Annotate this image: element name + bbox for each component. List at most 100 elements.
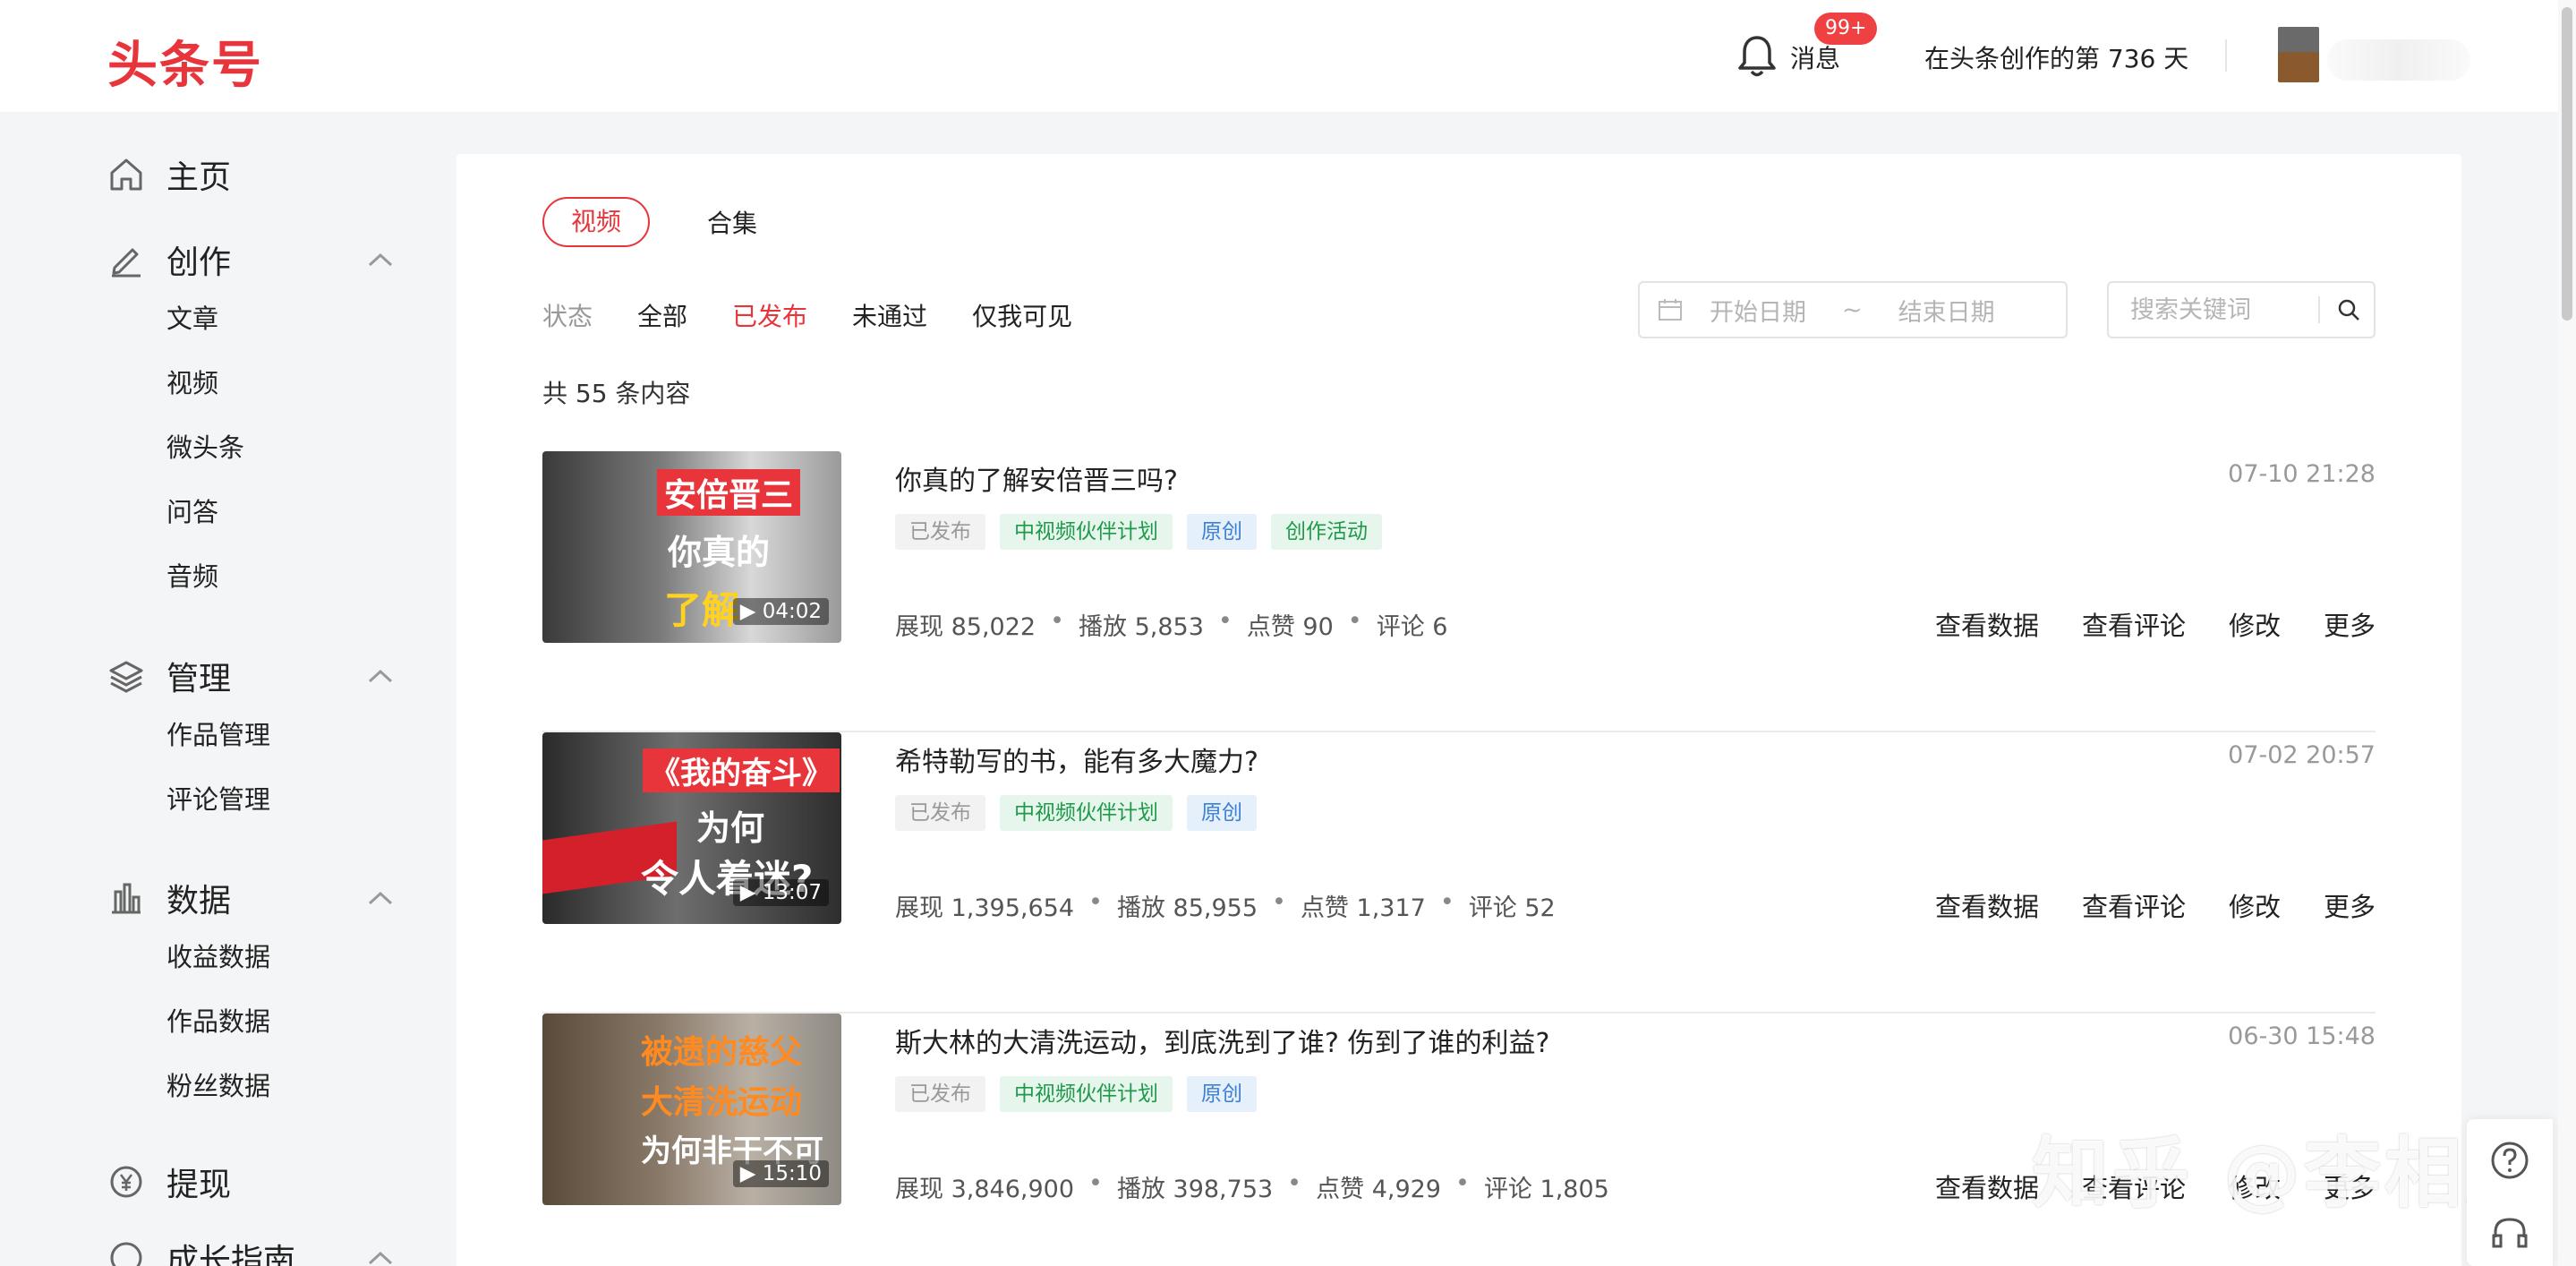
program-badge: 中视频伙伴计划 xyxy=(1000,514,1173,550)
username-placeholder[interactable] xyxy=(2327,39,2470,81)
video-title[interactable]: 希特勒写的书，能有多大魔力? xyxy=(895,740,1258,779)
tag-list: 已发布 中视频伙伴计划 原创 创作活动 xyxy=(895,514,1396,550)
chevron-up-icon[interactable] xyxy=(367,667,394,685)
search-input[interactable] xyxy=(2130,295,2318,324)
sidebar-create-label: 创作 xyxy=(166,244,232,281)
stat-likes: 点赞 4,929 xyxy=(1316,1176,1441,1203)
home-icon xyxy=(110,158,142,191)
sidebar-data[interactable]: 数据 xyxy=(107,871,394,925)
status-badge: 已发布 xyxy=(895,795,985,831)
top-bar: 头条号 99+ 消息 在头条创作的第 736 天 xyxy=(0,0,2576,112)
thumbnail-caption: 了解 xyxy=(664,588,740,632)
video-duration: ▶ 15:10 xyxy=(732,1160,829,1187)
sidebar-item-works[interactable]: 作品管理 xyxy=(107,703,394,767)
chevron-up-icon[interactable] xyxy=(367,889,394,907)
list-item: 安倍晋三 你真的 了解 ▶ 04:02 你真的了解安倍晋三吗? 07-10 21… xyxy=(542,451,2376,732)
edit-button[interactable]: 修改 xyxy=(2229,605,2281,643)
sidebar-home[interactable]: 主页 xyxy=(107,148,394,201)
stat-comments: 评论 1,805 xyxy=(1483,1176,1609,1203)
sidebar-manage[interactable]: 管理 xyxy=(107,649,394,703)
tag-list: 已发布 中视频伙伴计划 原创 xyxy=(895,795,1271,831)
notification-label[interactable]: 消息 xyxy=(1790,39,1840,75)
original-badge: 原创 xyxy=(1187,795,1257,831)
sidebar-item-comments[interactable]: 评论管理 xyxy=(107,767,394,832)
publish-time: 07-10 21:28 xyxy=(2228,460,2376,488)
sidebar-manage-group: 管理 作品管理 评论管理 xyxy=(107,649,394,832)
sidebar-item-audio[interactable]: 音频 xyxy=(107,544,394,609)
filter-private[interactable]: 仅我可见 xyxy=(972,297,1072,333)
view-comments-button[interactable]: 查看评论 xyxy=(2082,886,2186,924)
headset-icon[interactable] xyxy=(2488,1212,2531,1255)
publish-time: 06-30 15:48 xyxy=(2228,1022,2376,1050)
sidebar-item-microtoutiao[interactable]: 微头条 xyxy=(107,415,394,480)
stat-plays: 播放 85,955 xyxy=(1116,894,1258,922)
edit-button[interactable]: 修改 xyxy=(2229,886,2281,924)
video-thumbnail[interactable]: 《我的奋斗》 为何 令人着迷? ▶ 13:07 xyxy=(542,732,841,924)
sidebar-withdraw[interactable]: 提现 xyxy=(107,1155,394,1209)
video-duration: ▶ 04:02 xyxy=(732,598,829,625)
total-count: 共 55 条内容 xyxy=(542,379,691,408)
sidebar-growth-label: 成长指南 xyxy=(166,1243,296,1266)
layers-icon xyxy=(109,661,143,693)
search-separator xyxy=(2318,296,2320,323)
filter-all[interactable]: 全部 xyxy=(637,297,687,333)
sidebar-item-video[interactable]: 视频 xyxy=(107,351,394,415)
filter-failed[interactable]: 未通过 xyxy=(852,297,927,333)
thumbnail-caption: 《我的奋斗》 xyxy=(643,748,840,792)
search-icon[interactable] xyxy=(2336,297,2361,322)
logo[interactable]: 头条号 xyxy=(107,25,263,98)
video-title[interactable]: 你真的了解安倍晋三吗? xyxy=(895,458,1178,498)
yuan-icon xyxy=(110,1166,142,1198)
sidebar-item-fans[interactable]: 粉丝数据 xyxy=(107,1054,394,1118)
creation-days-text: 在头条创作的第 736 天 xyxy=(1924,44,2189,73)
thumbnail-caption: 你真的 xyxy=(668,533,771,572)
view-data-button[interactable]: 查看数据 xyxy=(1935,605,2039,643)
filter-published[interactable]: 已发布 xyxy=(732,297,807,333)
sidebar-item-article[interactable]: 文章 xyxy=(107,287,394,351)
chevron-up-icon[interactable] xyxy=(367,251,394,269)
sidebar-withdraw-label: 提现 xyxy=(166,1167,232,1203)
view-data-button[interactable]: 查看数据 xyxy=(1935,886,2039,924)
view-data-button[interactable]: 查看数据 xyxy=(1935,1168,2039,1205)
sidebar-item-work-data[interactable]: 作品数据 xyxy=(107,989,394,1054)
sidebar-item-earnings[interactable]: 收益数据 xyxy=(107,925,394,989)
video-thumbnail[interactable]: 被遗的慈父 大清洗运动 为何非干不可 ▶ 15:10 xyxy=(542,1014,841,1205)
sidebar-growth[interactable]: 成长指南 xyxy=(107,1231,394,1266)
chevron-up-icon[interactable] xyxy=(367,1249,394,1266)
stat-plays: 播放 5,853 xyxy=(1079,613,1204,641)
floating-help-bar xyxy=(2467,1119,2553,1266)
sidebar-data-group: 数据 收益数据 作品数据 粉丝数据 xyxy=(107,871,394,1118)
avatar[interactable] xyxy=(2278,27,2319,82)
date-range-picker[interactable]: 开始日期 ~ 结束日期 xyxy=(1638,281,2068,338)
video-duration: ▶ 13:07 xyxy=(732,879,829,906)
sidebar-manage-label: 管理 xyxy=(166,661,232,697)
view-comments-button[interactable]: 查看评论 xyxy=(2082,605,2186,643)
status-filters: 状态 全部 已发布 未通过 仅我可见 xyxy=(542,297,1117,333)
tab-collection[interactable]: 合集 xyxy=(707,204,757,240)
program-badge: 中视频伙伴计划 xyxy=(1000,1076,1173,1112)
more-button[interactable]: 更多 xyxy=(2324,605,2376,643)
sidebar-home-label: 主页 xyxy=(166,159,232,196)
bar-chart-icon xyxy=(112,883,141,914)
more-button[interactable]: 更多 xyxy=(2324,886,2376,924)
video-title[interactable]: 斯大林的大清洗运动，到底洗到了谁? 伤到了谁的利益? xyxy=(895,1021,1549,1060)
start-date-field[interactable]: 开始日期 xyxy=(1710,293,1806,328)
video-stats: 展现 85,022 • 播放 5,853 • 点赞 90 • 评论 6 xyxy=(895,607,1448,641)
status-badge: 已发布 xyxy=(895,1076,985,1112)
original-badge: 原创 xyxy=(1187,514,1257,550)
stat-comments: 评论 52 xyxy=(1468,894,1556,922)
sidebar-item-qa[interactable]: 问答 xyxy=(107,480,394,544)
video-thumbnail[interactable]: 安倍晋三 你真的 了解 ▶ 04:02 xyxy=(542,451,841,643)
compass-icon xyxy=(110,1242,142,1266)
thumbnail-caption: 为何 xyxy=(696,808,765,848)
bell-icon[interactable] xyxy=(1736,34,1778,79)
tab-video[interactable]: 视频 xyxy=(542,197,651,247)
scrollbar[interactable] xyxy=(2562,7,2572,321)
pen-icon xyxy=(112,248,141,278)
thumbnail-caption: 大清洗运动 xyxy=(641,1084,803,1121)
question-icon[interactable] xyxy=(2488,1139,2531,1182)
sidebar-create[interactable]: 创作 xyxy=(107,233,394,287)
end-date-field[interactable]: 结束日期 xyxy=(1898,293,1995,328)
program-badge: 中视频伙伴计划 xyxy=(1000,795,1173,831)
filter-label: 状态 xyxy=(542,302,593,331)
